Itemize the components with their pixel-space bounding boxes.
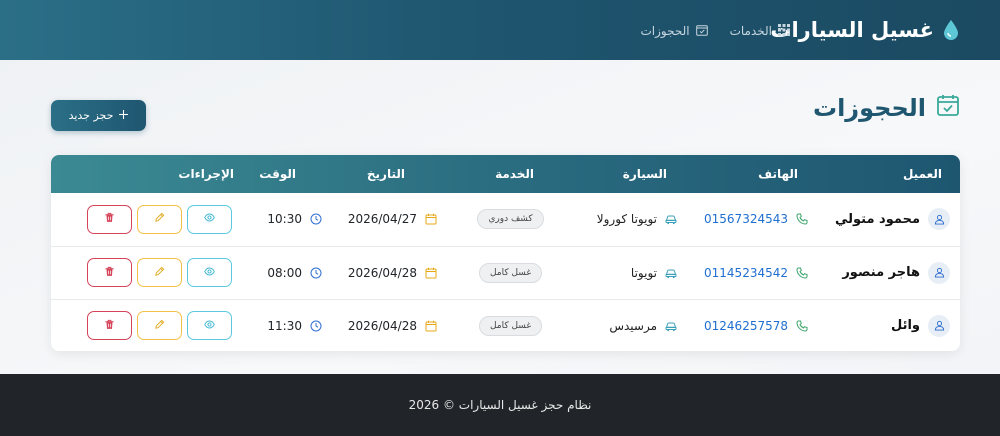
edit-button[interactable] (137, 311, 182, 341)
nav-item-bookings[interactable]: الحجوزات (640, 24, 708, 39)
view-button[interactable] (187, 258, 232, 287)
nav-links: الخدمات الحجوزات (640, 20, 790, 42)
edit-button[interactable] (137, 204, 182, 234)
view-button[interactable] (187, 204, 232, 234)
header-client: العميل (902, 167, 942, 181)
nav-item-services-label: الخدمات (729, 24, 772, 38)
service-badge: غسل كامل (478, 262, 543, 283)
client-name: هاجر منصور (842, 265, 920, 280)
page-title: الحجوزات (813, 92, 960, 124)
phone-icon (796, 267, 808, 279)
phone-number[interactable]: 01246257578 (704, 319, 788, 333)
car-name: تويوتا (630, 265, 657, 280)
calendar-icon (425, 267, 437, 279)
phone-icon (796, 213, 808, 225)
calendar-icon (425, 320, 437, 332)
phone-number[interactable]: 01145234542 (704, 266, 788, 280)
trash-icon (104, 319, 115, 333)
pencil-icon (154, 319, 165, 333)
footer: نظام حجز غسيل السيارات © 2026 (0, 374, 1000, 436)
client-name: وائل (890, 318, 920, 334)
header-time: الوقت (259, 167, 296, 181)
header-phone: الهاتف (758, 167, 798, 181)
car-icon (665, 213, 677, 225)
brand[interactable]: غسيل السيارات (770, 14, 960, 46)
trash-icon (104, 212, 115, 226)
phone-icon (796, 320, 808, 332)
calendar-check-icon (695, 24, 708, 39)
booking-date: 2026/04/28 (347, 318, 417, 333)
new-booking-label: حجز جديد (68, 109, 114, 122)
row-actions (51, 311, 252, 341)
delete-button[interactable] (87, 204, 132, 234)
service-badge: غسل كامل (478, 315, 543, 336)
eye-icon (204, 212, 215, 226)
brand-title: غسيل السيارات (770, 18, 934, 42)
nav-item-bookings-label: الحجوزات (640, 24, 690, 38)
plus-icon (119, 109, 129, 122)
water-drop-icon (942, 19, 960, 41)
row-actions (51, 258, 252, 287)
delete-button[interactable] (87, 311, 132, 341)
booking-date: 2026/04/27 (347, 212, 417, 227)
table-row: هاجر منصور 01145234542 تويوتا غسل كامل 2… (51, 246, 960, 299)
edit-button[interactable] (137, 258, 182, 287)
table-header-row: العميل الهاتف السيارة الخدمة التاريخ الو… (51, 155, 960, 193)
header-date: التاريخ (366, 167, 405, 181)
car-icon (665, 267, 677, 279)
page-title-text: الحجوزات (812, 94, 926, 122)
row-actions (51, 204, 252, 234)
user-icon (928, 314, 950, 337)
delete-button[interactable] (87, 258, 132, 287)
pencil-icon (154, 212, 165, 226)
booking-time: 11:30 (267, 318, 302, 333)
car-icon (665, 320, 677, 332)
car-name: تويوتا كورولا (596, 212, 657, 227)
header-actions: الإجراءات (178, 167, 234, 181)
clock-icon (310, 320, 322, 332)
view-button[interactable] (187, 311, 232, 341)
service-badge: كشف دوري (477, 209, 544, 230)
new-booking-button[interactable]: حجز جديد (51, 100, 146, 131)
footer-text: نظام حجز غسيل السيارات © 2026 (408, 398, 592, 412)
user-icon (928, 261, 950, 284)
table-row: وائل 01246257578 مرسيدس غسل كامل 2026/04… (51, 299, 960, 351)
header-service: الخدمة (495, 167, 534, 181)
nav-item-services[interactable]: الخدمات (729, 23, 790, 39)
table-row: محمود متولي 01567324543 تويوتا كورولا كش… (51, 193, 960, 246)
clock-icon (310, 267, 322, 279)
trash-icon (104, 266, 115, 280)
booking-time: 10:30 (267, 212, 302, 227)
car-name: مرسيدس (609, 318, 657, 333)
grid-icon (778, 23, 790, 39)
header-car: السيارة (622, 167, 667, 181)
calendar-icon (425, 213, 437, 225)
booking-date: 2026/04/28 (347, 265, 417, 280)
navbar: غسيل السيارات الخدمات الحجوزات (0, 0, 1000, 60)
eye-icon (204, 319, 215, 333)
pencil-icon (154, 266, 165, 280)
calendar-check-icon (936, 93, 960, 123)
client-name: محمود متولي (834, 211, 920, 227)
phone-number[interactable]: 01567324543 (704, 212, 788, 226)
clock-icon (310, 213, 322, 225)
bookings-table-card: العميل الهاتف السيارة الخدمة التاريخ الو… (51, 155, 960, 351)
booking-time: 08:00 (267, 265, 302, 280)
user-icon (928, 208, 950, 231)
bookings-table: العميل الهاتف السيارة الخدمة التاريخ الو… (51, 155, 960, 351)
eye-icon (204, 266, 215, 280)
